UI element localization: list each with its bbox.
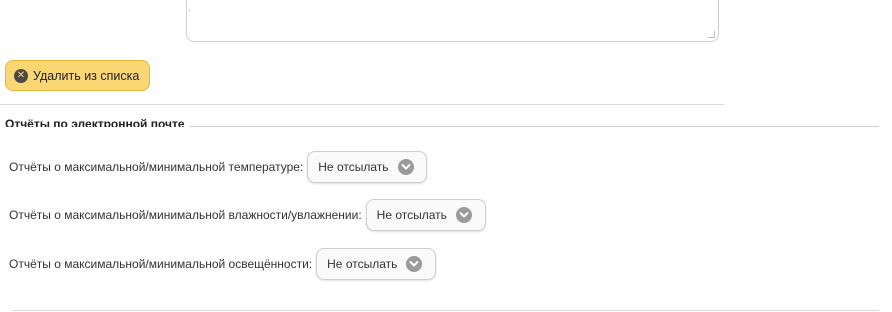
humidity-report-select[interactable]: Не отсылать xyxy=(365,199,486,231)
list-textarea[interactable] xyxy=(186,0,719,42)
divider xyxy=(0,104,724,105)
temperature-report-label: Отчёты о максимальной/минимальной темпер… xyxy=(9,160,304,174)
resize-grip-icon[interactable] xyxy=(708,31,715,38)
fieldset-legend: Отчёты по электронной почте xyxy=(5,118,185,127)
bottom-divider xyxy=(12,310,879,311)
email-report-settings: ✕ Удалить из списка Отчёты по электронно… xyxy=(0,0,892,312)
fieldset-border xyxy=(190,126,879,127)
remove-button-label: Удалить из списка xyxy=(33,68,140,83)
illumination-report-select[interactable]: Не отсылать xyxy=(316,248,437,280)
select-value: Не отсылать xyxy=(376,208,447,222)
temperature-report-row: Отчёты о максимальной/минимальной темпер… xyxy=(9,151,428,183)
chevron-down-icon xyxy=(406,256,423,272)
remove-from-list-button[interactable]: ✕ Удалить из списка xyxy=(5,60,151,91)
chevron-down-icon xyxy=(397,159,414,175)
humidity-report-label: Отчёты о максимальной/минимальной влажно… xyxy=(9,208,362,222)
illumination-report-row: Отчёты о максимальной/минимальной освещё… xyxy=(9,248,437,280)
legend-text: Отчёты по электронной почте xyxy=(5,118,185,127)
illumination-report-label: Отчёты о максимальной/минимальной освещё… xyxy=(9,257,313,271)
temperature-report-select[interactable]: Не отсылать xyxy=(307,151,428,183)
select-value: Не отсылать xyxy=(318,160,389,174)
humidity-report-row: Отчёты о максимальной/минимальной влажно… xyxy=(9,199,486,231)
select-value: Не отсылать xyxy=(327,257,398,271)
textarea-mark xyxy=(189,9,190,12)
close-circle-icon: ✕ xyxy=(14,68,28,83)
chevron-down-icon xyxy=(455,207,472,223)
